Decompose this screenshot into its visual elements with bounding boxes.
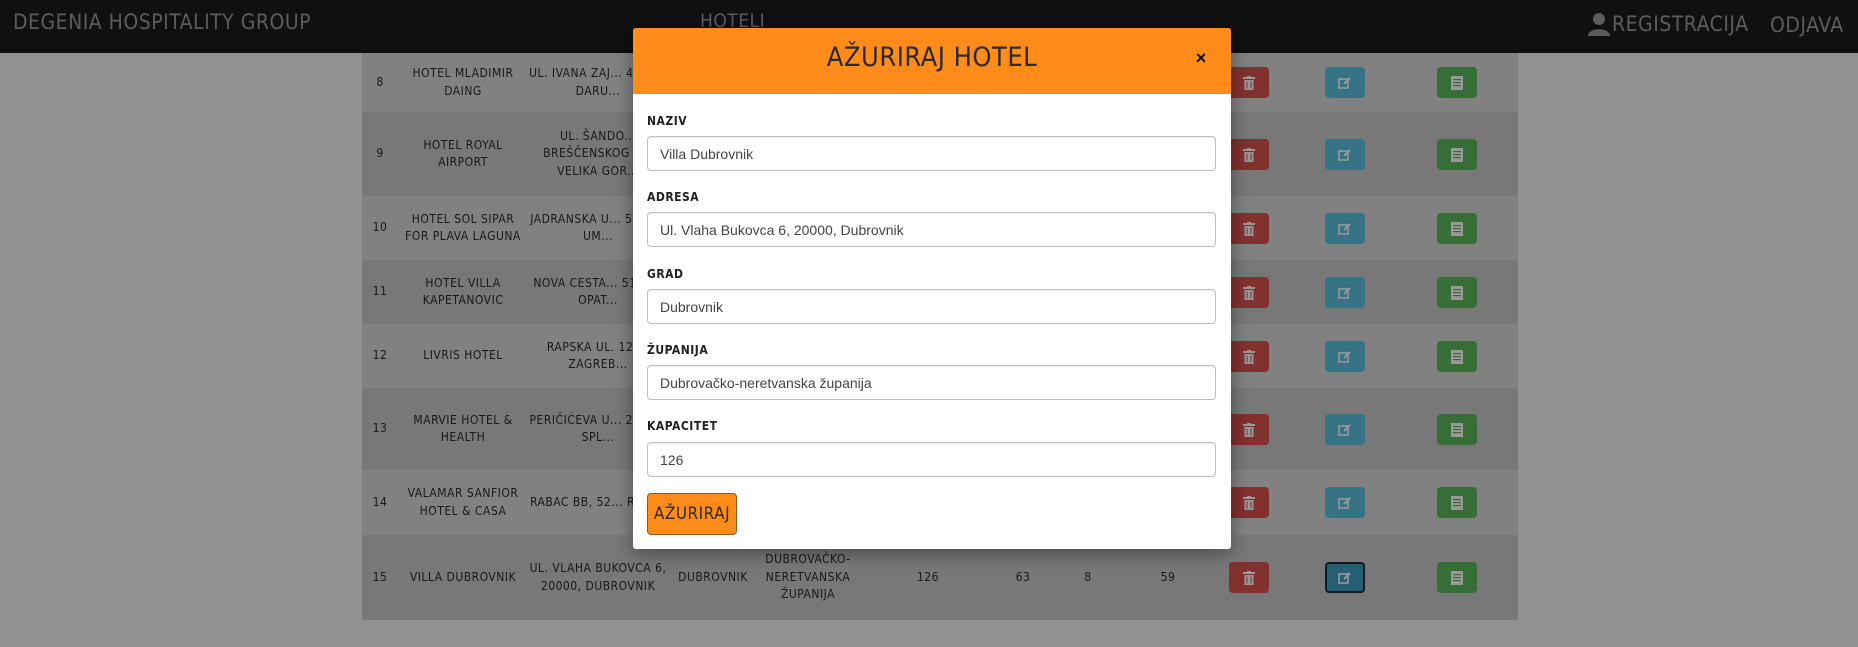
kapacitet-label: KAPACITET [647, 419, 718, 433]
modal-title: AŽURIRAJ HOTEL [826, 42, 1038, 73]
zupanija-label: ŽUPANIJA [647, 343, 709, 357]
naziv-input[interactable] [647, 136, 1216, 171]
update-submit-button[interactable]: AŽURIRAJ [647, 493, 737, 535]
modal-header: AŽURIRAJ HOTEL × [633, 28, 1231, 94]
kapacitet-input[interactable] [647, 442, 1216, 477]
adresa-label: ADRESA [647, 190, 700, 204]
update-hotel-modal: AŽURIRAJ HOTEL × NAZIV ADRESA GRAD ŽUPAN… [633, 28, 1231, 549]
adresa-input[interactable] [647, 212, 1216, 247]
naziv-label: NAZIV [647, 114, 688, 128]
grad-label: GRAD [647, 267, 684, 281]
close-icon[interactable]: × [1189, 46, 1213, 70]
zupanija-input[interactable] [647, 365, 1216, 400]
grad-input[interactable] [647, 289, 1216, 324]
